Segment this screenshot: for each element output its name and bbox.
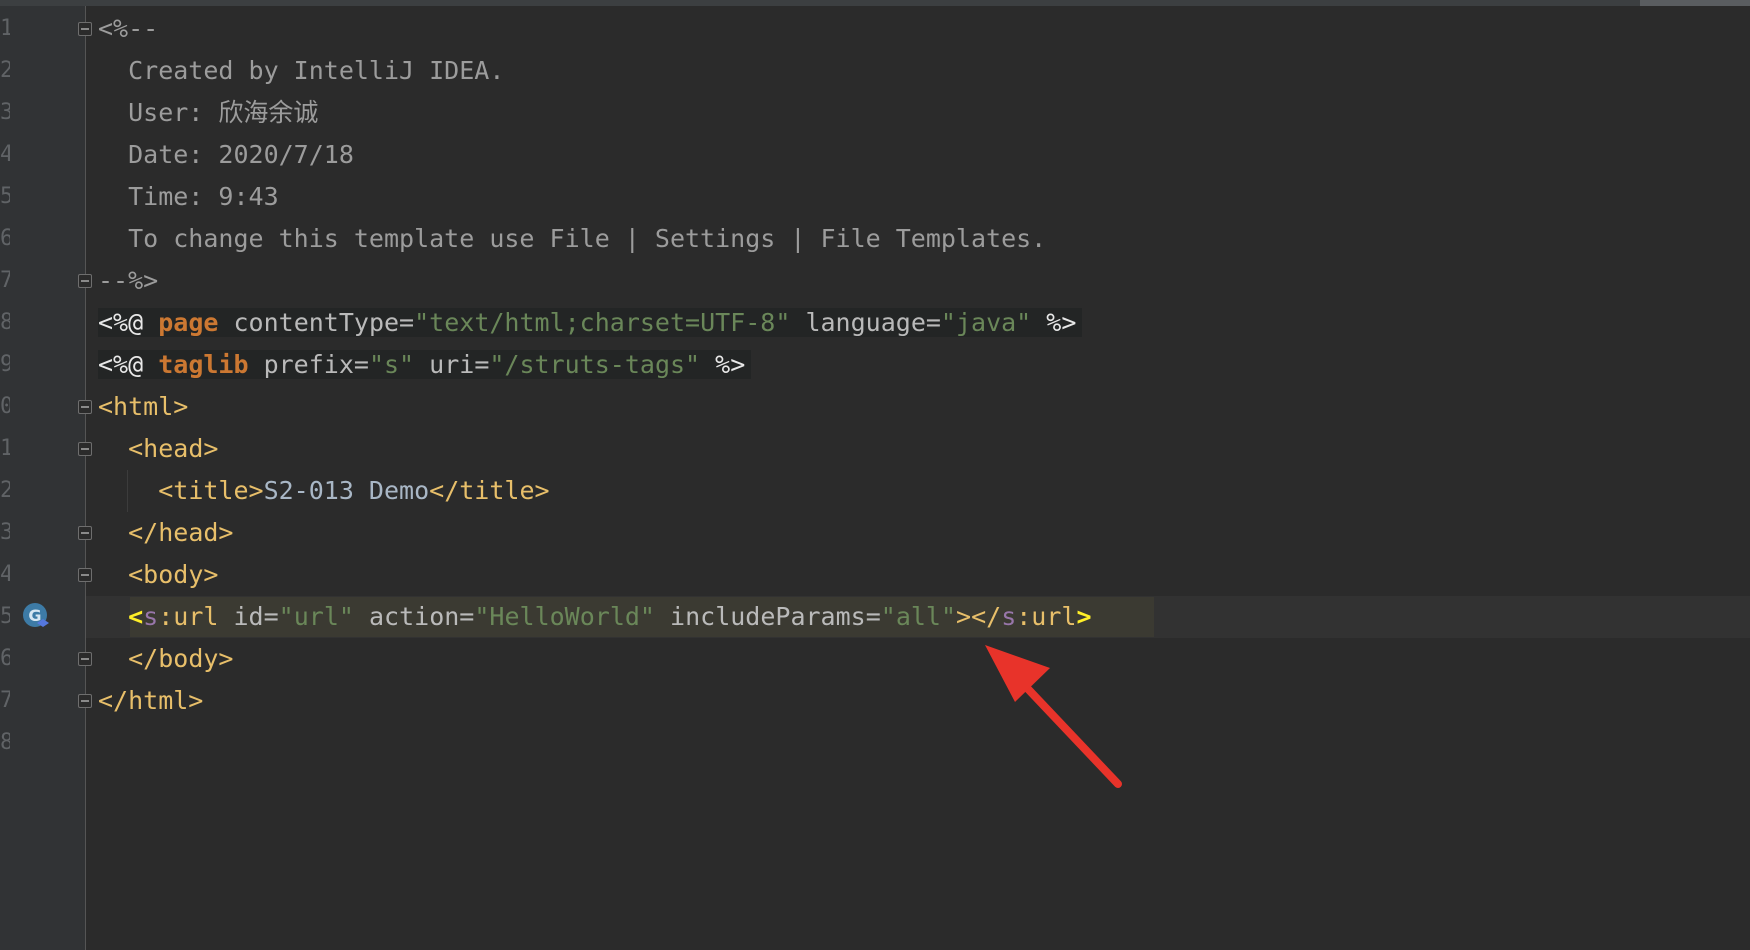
code-line[interactable]: <%@ taglib prefix="s" uri="/struts-tags"…: [98, 344, 752, 386]
code-token: %>: [700, 350, 746, 379]
fold-marker[interactable]: [78, 568, 92, 582]
code-line[interactable]: To change this template use File | Setti…: [98, 218, 1046, 260]
line-number: 8: [0, 310, 10, 335]
arrow-head: [985, 645, 1050, 702]
code-token: <title>: [158, 476, 264, 505]
gutter-separator: [85, 6, 86, 950]
code-token: </body>: [128, 644, 234, 673]
struts-tag-icon[interactable]: G: [21, 601, 53, 633]
code-token: "HelloWorld": [474, 602, 655, 631]
fold-marker[interactable]: [78, 442, 92, 456]
code-token: "text/html;charset=UTF-8": [414, 308, 791, 337]
code-token: <%--: [98, 14, 159, 43]
code-token: s: [143, 602, 159, 631]
code-token: taglib: [158, 350, 249, 379]
code-line[interactable]: <s:url id="url" action="HelloWorld" incl…: [98, 596, 1092, 638]
code-line[interactable]: Date: 2020/7/18: [98, 134, 354, 176]
code-token: "java": [940, 308, 1032, 337]
line-number: 5: [0, 184, 10, 209]
fold-marker[interactable]: [78, 526, 92, 540]
editor-gutter: [0, 6, 86, 950]
code-token: </title>: [429, 476, 550, 505]
code-token: "url": [278, 602, 354, 631]
code-line[interactable]: <title>S2-013 Demo</title>: [98, 470, 550, 512]
line-number: 9: [0, 352, 10, 377]
code-token: --%>: [98, 266, 159, 295]
code-line[interactable]: User: 欣海余诚: [98, 92, 318, 134]
code-token: <%@: [98, 308, 159, 337]
code-token: :url: [158, 602, 219, 631]
line-number: 0: [0, 394, 10, 419]
code-line[interactable]: <body>: [98, 554, 218, 596]
line-number: 3: [0, 100, 10, 125]
code-token: </html>: [98, 686, 204, 715]
line-number: 4: [0, 562, 10, 587]
line-number: 1: [0, 16, 10, 41]
editor-top-bar: [0, 0, 1750, 6]
code-line[interactable]: Time: 9:43: [98, 176, 279, 218]
fold-marker[interactable]: [78, 694, 92, 708]
line-number: 6: [0, 226, 10, 251]
code-token: Date: 2020/7/18: [98, 140, 354, 169]
code-token: Created by IntelliJ IDEA.: [98, 56, 505, 85]
code-token: id=: [218, 602, 279, 631]
fold-marker[interactable]: [78, 652, 92, 666]
code-token: S2-013 Demo: [263, 476, 430, 505]
code-token: Time: 9:43: [98, 182, 279, 211]
code-token: :url: [1016, 602, 1077, 631]
fold-marker[interactable]: [78, 274, 92, 288]
line-number: 2: [0, 478, 10, 503]
code-line[interactable]: <%--: [98, 8, 158, 50]
line-number: 7: [0, 688, 10, 713]
line-number: 6: [0, 646, 10, 671]
line-number: 4: [0, 142, 10, 167]
code-token: To change this template use File | Setti…: [98, 224, 1047, 253]
code-token: action=: [353, 602, 475, 631]
code-token: User: 欣海余诚: [98, 98, 319, 127]
code-token: %>: [1031, 308, 1077, 337]
line-number: 2: [0, 58, 10, 83]
code-token: includeParams=: [654, 602, 881, 631]
code-line[interactable]: <html>: [98, 386, 188, 428]
code-line[interactable]: <head>: [98, 428, 218, 470]
code-line[interactable]: </html>: [98, 680, 203, 722]
code-token: <body>: [128, 560, 219, 589]
line-number: 3: [0, 520, 10, 545]
line-number: 7: [0, 268, 10, 293]
code-token: "all": [880, 602, 957, 631]
code-token: page: [158, 308, 219, 337]
code-line[interactable]: --%>: [98, 260, 158, 302]
code-token: <head>: [128, 434, 219, 463]
code-line[interactable]: <%@ page contentType="text/html;charset=…: [98, 302, 1083, 344]
line-number: 1: [0, 436, 10, 461]
code-token: contentType=: [218, 308, 415, 337]
code-token: ></: [956, 602, 1002, 631]
code-token: "/struts-tags": [489, 350, 701, 379]
fold-marker[interactable]: [78, 22, 92, 36]
fold-marker[interactable]: [78, 400, 92, 414]
code-line[interactable]: Created by IntelliJ IDEA.: [98, 50, 504, 92]
code-token: >: [1076, 602, 1092, 631]
code-token: </head>: [128, 518, 234, 547]
code-token: s: [1001, 602, 1017, 631]
code-token: uri=: [414, 350, 490, 379]
code-line[interactable]: </body>: [98, 638, 233, 680]
arrow-shaft: [1006, 666, 1122, 788]
code-token: <: [128, 602, 144, 631]
code-token: prefix=: [248, 350, 369, 379]
code-token: "s": [368, 350, 415, 379]
code-line[interactable]: </head>: [98, 512, 233, 554]
code-token: language=: [790, 308, 941, 337]
horizontal-scrollbar-thumb[interactable]: [1640, 0, 1750, 6]
line-number: 8: [0, 730, 10, 755]
code-token: <%@: [98, 350, 159, 379]
line-number: 5: [0, 604, 10, 629]
code-token: <html>: [98, 392, 189, 421]
